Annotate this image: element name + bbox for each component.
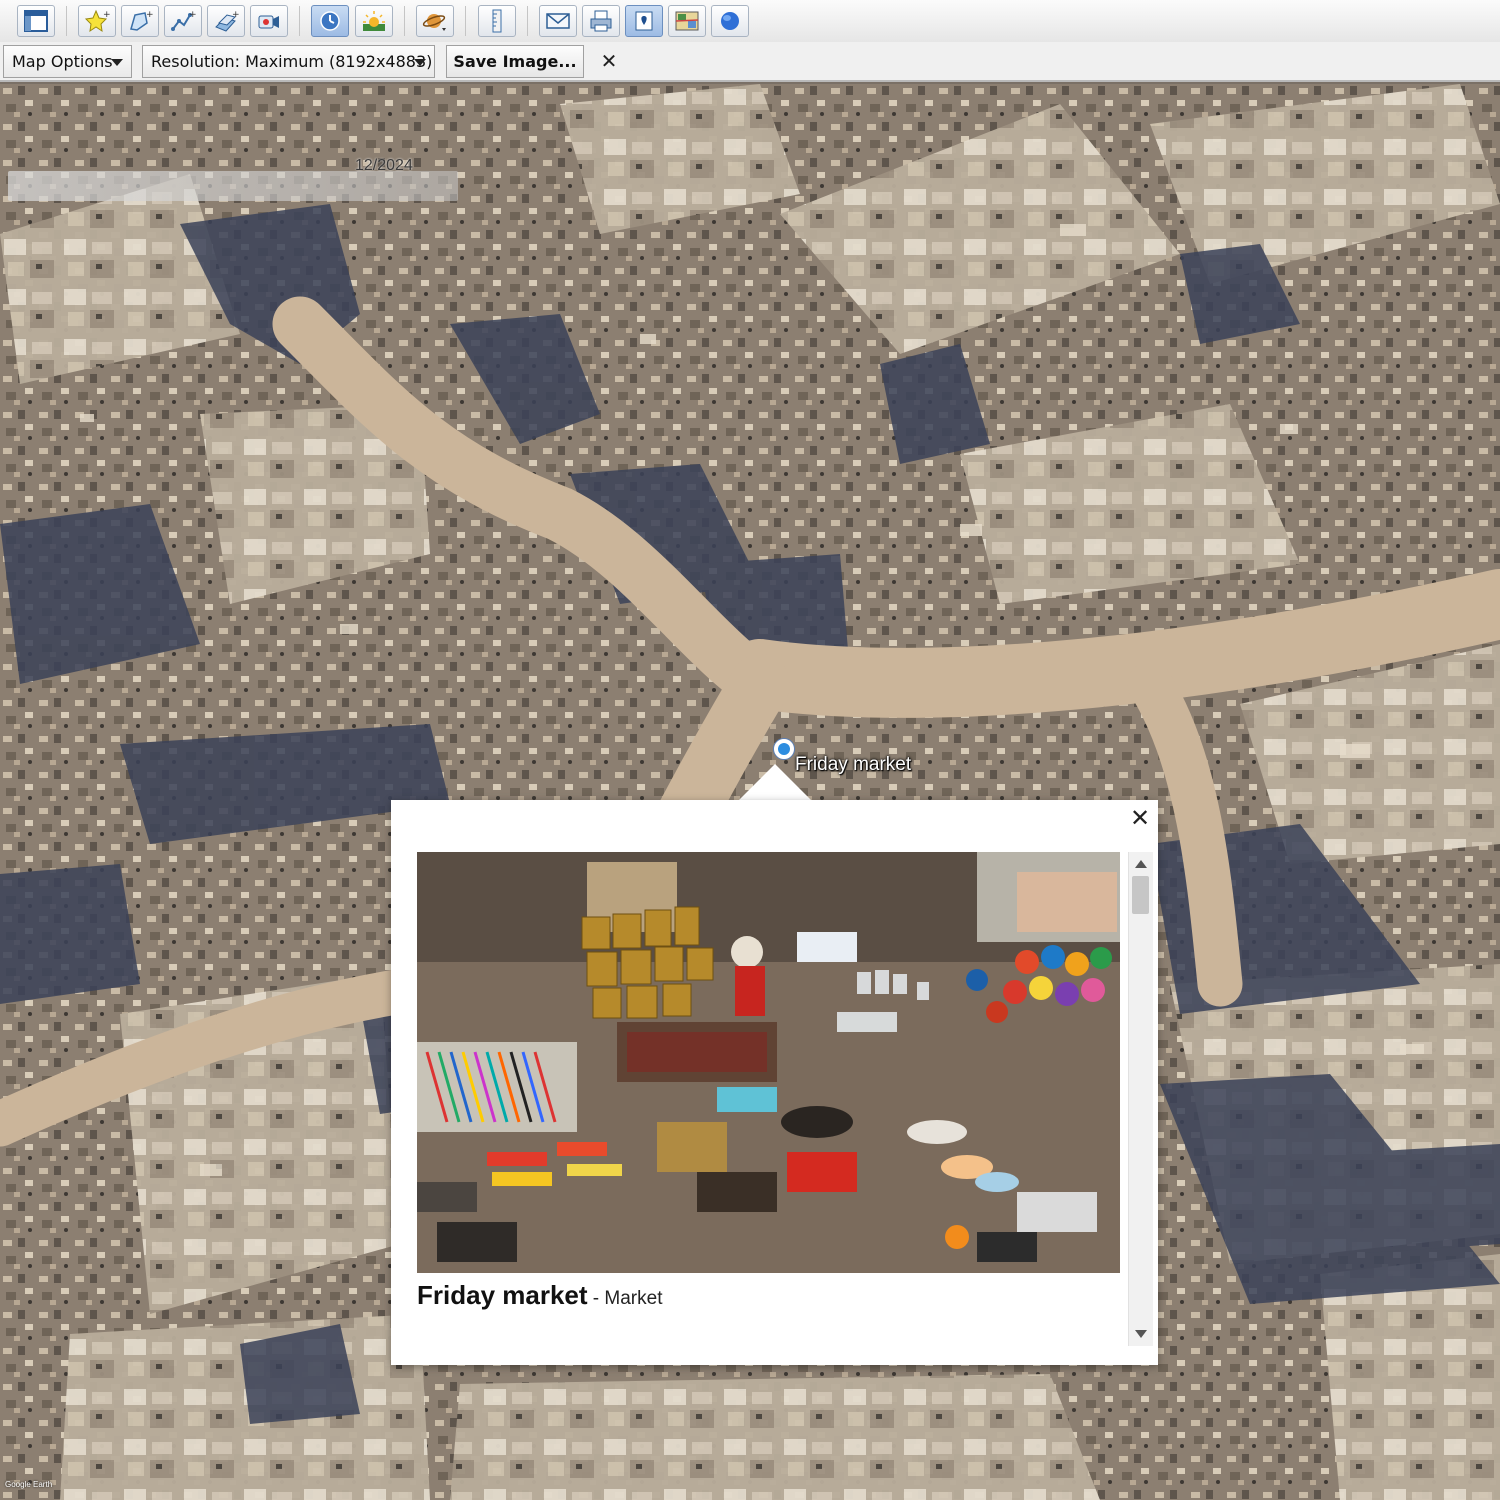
email-icon <box>546 13 570 29</box>
add-path-button[interactable]: + <box>164 5 202 37</box>
chevron-down-icon <box>414 59 426 66</box>
balloon-pointer <box>738 764 812 801</box>
map-options-dropdown[interactable]: Map Options <box>3 45 132 78</box>
svg-text:+: + <box>232 10 239 20</box>
toolbar-separator <box>66 6 67 36</box>
globe-icon <box>721 12 739 30</box>
market-photo-image <box>417 852 1120 1273</box>
sunlight-button[interactable] <box>355 5 393 37</box>
record-tour-button[interactable] <box>250 5 288 37</box>
add-polygon-button[interactable]: + <box>121 5 159 37</box>
resolution-dropdown[interactable]: Resolution: Maximum (8192x4883) <box>142 45 435 78</box>
chevron-down-icon <box>111 59 123 66</box>
ruler-button[interactable] <box>478 5 516 37</box>
save-image-button[interactable] <box>625 5 663 37</box>
scroll-up-arrow-icon[interactable] <box>1135 860 1147 868</box>
print-button[interactable] <box>582 5 620 37</box>
toolbar-separator <box>404 6 405 36</box>
resolution-label: Resolution: Maximum (8192x4883) <box>151 52 433 71</box>
map-options-label: Map Options <box>12 52 113 71</box>
save-image-options-bar: Map Options Resolution: Maximum (8192x48… <box>0 42 1500 82</box>
svg-text:+: + <box>103 10 110 20</box>
historical-imagery-button[interactable] <box>311 5 349 37</box>
ruler-icon <box>492 9 502 33</box>
scroll-down-arrow-icon[interactable] <box>1135 1330 1147 1338</box>
close-icon[interactable]: ✕ <box>1128 806 1152 830</box>
placemark-info-balloon: ✕ Friday market - Market <box>391 800 1158 1365</box>
path-add-icon: + <box>171 10 196 31</box>
save-image-button[interactable]: Save Image... <box>446 45 584 78</box>
toolbar-separator <box>465 6 466 36</box>
main-toolbar: + + + + <box>0 0 1500 43</box>
map-view-icon <box>675 11 699 31</box>
sidebar-icon <box>24 10 48 32</box>
place-category: - Market <box>587 1288 663 1309</box>
record-tour-icon <box>258 15 279 29</box>
add-placemark-button[interactable]: + <box>78 5 116 37</box>
save-image-icon <box>635 11 653 31</box>
place-name: Friday market <box>417 1280 588 1310</box>
sun-icon <box>363 11 385 31</box>
sidebar-toggle-button[interactable] <box>17 5 55 37</box>
add-image-overlay-button[interactable]: + <box>207 5 245 37</box>
placemark-add-icon: + <box>84 9 110 33</box>
polygon-add-icon: + <box>130 10 153 31</box>
close-options-bar-icon[interactable]: ✕ <box>598 47 620 75</box>
toolbar-separator <box>527 6 528 36</box>
place-photo[interactable] <box>417 852 1120 1273</box>
email-button[interactable] <box>539 5 577 37</box>
balloon-scrollbar[interactable] <box>1128 852 1153 1346</box>
earth-gallery-button[interactable] <box>711 5 749 37</box>
view-in-maps-button[interactable] <box>668 5 706 37</box>
toolbar-separator <box>299 6 300 36</box>
svg-text:+: + <box>189 10 196 20</box>
placemark-label[interactable]: Friday market <box>795 754 911 776</box>
clock-icon <box>320 11 340 31</box>
attribution-label: Google Earth <box>5 1480 53 1489</box>
imagery-date-label: 12/2024 <box>355 157 413 174</box>
print-icon <box>590 10 612 32</box>
image-overlay-add-icon: + <box>215 10 239 32</box>
planets-button[interactable] <box>416 5 454 37</box>
place-title: Friday market - Market <box>417 1280 662 1311</box>
svg-text:+: + <box>146 10 153 20</box>
planet-icon <box>422 14 446 31</box>
market-placemark-icon[interactable] <box>773 738 795 760</box>
scroll-thumb[interactable] <box>1132 876 1149 914</box>
historical-imagery-timeline[interactable] <box>8 171 458 201</box>
